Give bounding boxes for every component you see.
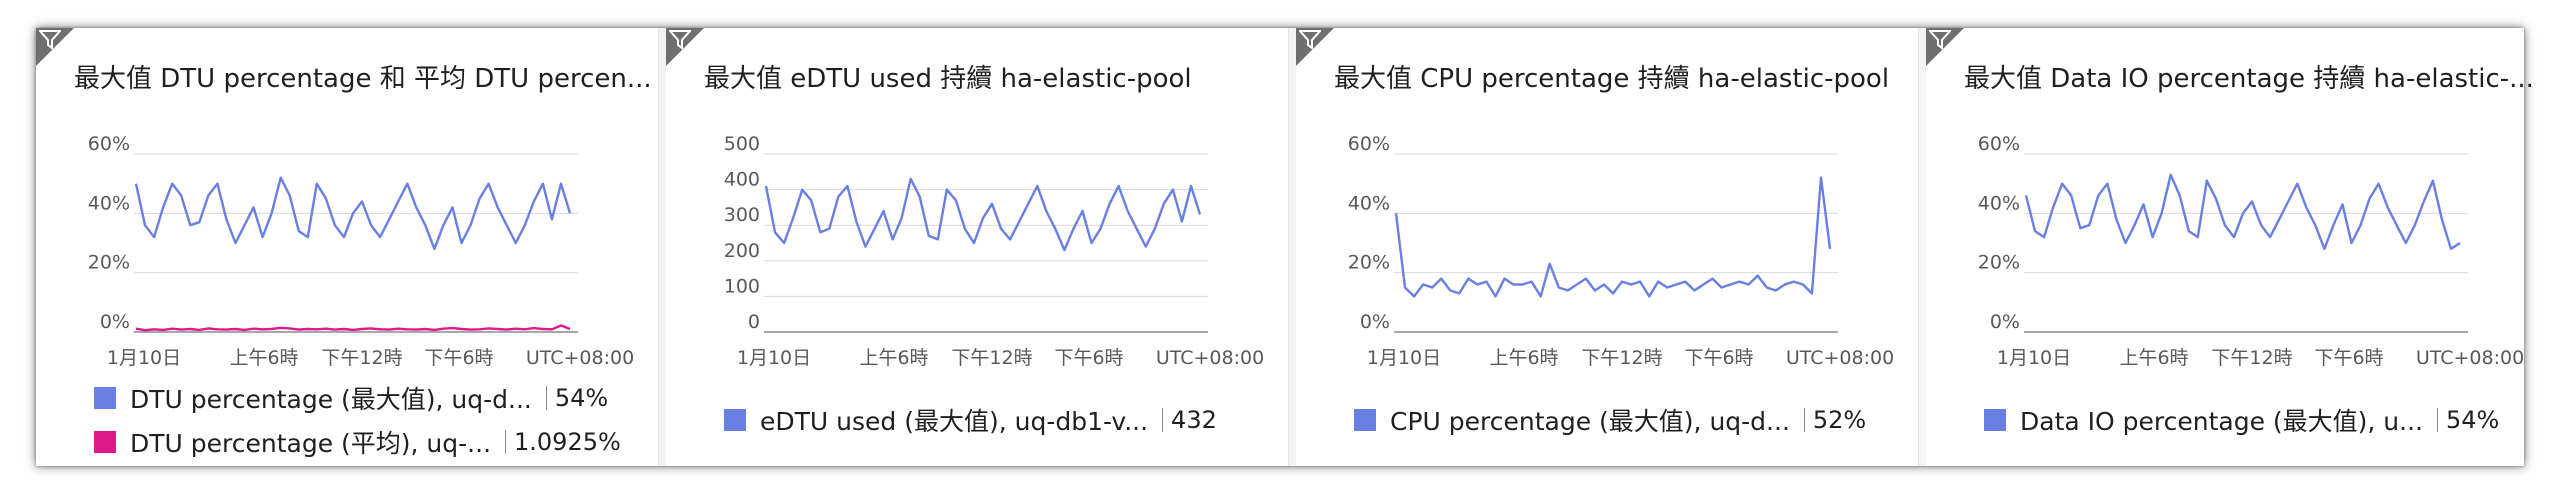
x-tick-label: 下午12時 xyxy=(2211,347,2292,369)
legend-swatch xyxy=(94,387,116,409)
line-chart[interactable]: 60% 40% 20% 0% 1月10日 上午6時 下午12時 下午6時 UTC+08:00 xyxy=(36,108,658,388)
legend-divider xyxy=(545,386,547,410)
line-chart[interactable]: 60% 40% 20% 0% 1月10日 上午6時 下午12時 下午6時 UTC+08:00 xyxy=(1926,108,2524,388)
legend-label: Data IO percentage (最大值), u... xyxy=(2020,407,2423,436)
line-chart[interactable]: 500 400 300 200 100 0 1月10日 上午6時 下午12時 下午6時 UTC+08… xyxy=(666,108,1288,388)
legend-value: 54% xyxy=(2446,406,2500,434)
x-tick-label: 下午6時 xyxy=(1684,347,1753,369)
y-tick-label: 20% xyxy=(88,252,130,274)
legend-label: eDTU used (最大值), uq-db1-v... xyxy=(760,407,1149,436)
y-tick-label: 500 xyxy=(724,133,760,155)
y-tick-label: 20% xyxy=(1348,252,1390,274)
legend-label: DTU percentage (平均), uq-... xyxy=(130,429,492,458)
y-tick-label: 20% xyxy=(1978,252,2020,274)
x-tick-label: 1月10日 xyxy=(1997,347,2071,369)
y-tick-label: 0% xyxy=(100,311,130,333)
x-tick-label: 上午6時 xyxy=(859,347,928,369)
tile-title[interactable]: 最大值 CPU percentage 持續 ha-elastic-pool xyxy=(1334,58,1889,95)
legend-label: CPU percentage (最大值), uq-d... xyxy=(1390,407,1790,436)
line-chart[interactable]: 60% 40% 20% 0% 1月10日 上午6時 下午12時 下午6時 UTC+08:00 xyxy=(1296,108,1918,388)
legend-value: 1.0925% xyxy=(514,428,621,456)
tile-title[interactable]: 最大值 Data IO percentage 持續 ha-elastic-... xyxy=(1964,58,2534,95)
tile-title[interactable]: 最大值 DTU percentage 和 平均 DTU percen... xyxy=(74,58,652,95)
x-tick-label: 上午6時 xyxy=(229,347,298,369)
y-tick-label: 300 xyxy=(724,204,760,226)
x-tick-label: 下午6時 xyxy=(424,347,493,369)
legend-item[interactable]: DTU percentage (最大值), uq-d... 54% xyxy=(94,380,608,416)
y-tick-label: 0 xyxy=(748,311,760,333)
y-tick-label: 40% xyxy=(1348,192,1390,214)
legend-item[interactable]: CPU percentage (最大值), uq-d... 52% xyxy=(1354,402,1866,438)
legend-divider xyxy=(1803,408,1805,432)
x-tick-label: UTC+08:00 xyxy=(2416,347,2524,369)
legend-item[interactable]: Data IO percentage (最大值), u... 54% xyxy=(1984,402,2499,438)
x-tick-label: 1月10日 xyxy=(737,347,811,369)
legend-value: 54% xyxy=(554,384,609,412)
series-line[interactable] xyxy=(2024,173,2461,251)
legend-swatch xyxy=(1984,409,2006,431)
x-tick-label: 上午6時 xyxy=(2119,347,2188,369)
x-tick-label: 下午12時 xyxy=(1581,347,1662,369)
x-tick-label: 下午12時 xyxy=(321,347,402,369)
legend-swatch xyxy=(724,409,746,431)
x-tick-label: 上午6時 xyxy=(1489,347,1558,369)
series-line[interactable] xyxy=(135,324,571,332)
y-tick-label: 400 xyxy=(724,169,760,191)
x-tick-label: UTC+08:00 xyxy=(1786,347,1894,369)
y-tick-label: 40% xyxy=(88,192,130,214)
series-line[interactable] xyxy=(1394,176,1832,298)
legend-item[interactable]: DTU percentage (平均), uq-... 1.0925% xyxy=(94,424,621,460)
legend-value: 432 xyxy=(1171,406,1217,434)
legend-divider xyxy=(2437,408,2438,432)
x-tick-label: 1月10日 xyxy=(1367,347,1441,369)
filter-icon[interactable] xyxy=(1929,30,1951,50)
tile-title[interactable]: 最大值 eDTU used 持續 ha-elastic-pool xyxy=(704,58,1192,95)
legend-divider xyxy=(1162,408,1164,432)
x-tick-label: 1月10日 xyxy=(107,347,181,369)
x-tick-label: 下午6時 xyxy=(2314,347,2383,369)
x-tick-label: UTC+08:00 xyxy=(526,347,634,369)
y-tick-label: 60% xyxy=(1348,133,1390,155)
metric-tile-dtu[interactable]: 最大值 DTU percentage 和 平均 DTU percen... 60… xyxy=(36,28,659,466)
metric-tile-dataio[interactable]: 最大值 Data IO percentage 持續 ha-elastic-...… xyxy=(1926,28,2534,466)
x-tick-label: 下午12時 xyxy=(951,347,1032,369)
y-tick-label: 0% xyxy=(1990,311,2020,333)
x-tick-label: 下午6時 xyxy=(1054,347,1123,369)
x-tick-label: UTC+08:00 xyxy=(1156,347,1264,369)
legend-divider xyxy=(505,430,507,454)
y-tick-label: 200 xyxy=(724,240,760,262)
dashboard-frame: 最大值 DTU percentage 和 平均 DTU percen... 60… xyxy=(36,28,2534,466)
legend-value: 52% xyxy=(1812,406,1867,434)
legend-swatch xyxy=(1354,409,1376,431)
y-tick-label: 60% xyxy=(1978,133,2020,155)
metric-tile-edtu[interactable]: 最大值 eDTU used 持續 ha-elastic-pool 500 400 3… xyxy=(666,28,1289,466)
y-tick-label: 60% xyxy=(88,133,130,155)
filter-icon[interactable] xyxy=(1299,30,1321,50)
legend-item[interactable]: eDTU used (最大值), uq-db1-v... 432 xyxy=(724,402,1217,438)
filter-icon[interactable] xyxy=(39,30,61,50)
y-tick-label: 40% xyxy=(1978,192,2020,214)
metric-tile-cpu[interactable]: 最大值 CPU percentage 持續 ha-elastic-pool 60… xyxy=(1296,28,1919,466)
legend-label: DTU percentage (最大值), uq-d... xyxy=(130,385,532,414)
legend-swatch xyxy=(94,431,116,453)
y-tick-label: 100 xyxy=(724,275,760,297)
y-tick-label: 0% xyxy=(1360,311,1390,333)
filter-icon[interactable] xyxy=(669,30,691,50)
